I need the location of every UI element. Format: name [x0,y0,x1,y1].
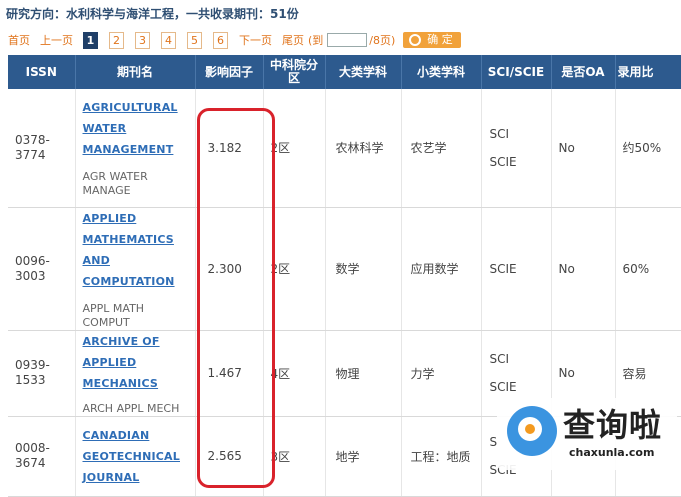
journal-name-cell: APPLIED MATHEMATICS AND COMPUTATION APPL… [75,207,196,331]
confirm-button[interactable]: 确 定 [403,32,461,48]
journal-name-cell: AGRICULTURAL WATER MANAGEMENT AGR WATER … [75,89,196,208]
page-title: 研究方向：水利科学与海洋工程，一共收录期刊：51份 [6,7,299,21]
col-header-impact-factor: 影响因子 [195,55,264,89]
major-subject-cell: 数学 [325,207,402,331]
confirm-label: 确 定 [427,33,453,46]
impact-factor-cell: 3.182 [195,89,264,208]
table-row: 0096-3003 APPLIED MATHEMATICS AND COMPUT… [8,207,681,331]
issn-cell: 0939-1533 [8,330,76,417]
journal-abbreviation: APPL MATH COMPUT [82,301,145,329]
sci-cell: SCIE [481,207,552,331]
impact-factor-cell: 2.565 [195,416,264,497]
watermark: 查询啦 chaxunla.com [497,398,677,470]
journal-name-cell: ARCHIVE OF APPLIED MECHANICS ARCH APPL M… [75,330,196,417]
journal-name-link[interactable]: ARCHIVE OF APPLIED MECHANICS [83,331,195,394]
minor-subject-cell: 农艺学 [401,89,482,208]
watermark-url: chaxunla.com [569,446,655,459]
journal-name-cell: CANADIAN GEOTECHNICAL JOURNAL [75,416,196,497]
acceptance-cell: 60% [615,207,681,331]
journal-name-link[interactable]: AGRICULTURAL WATER MANAGEMENT [83,97,195,160]
journal-abbreviation: AGR WATER MANAGE [82,170,148,198]
issn-cell: 0096-3003 [8,207,76,331]
next-page-link[interactable]: 下一页 [239,32,272,48]
col-header-major-subject: 大类学科 [325,55,402,89]
oa-cell: No [551,207,616,331]
impact-factor-cell: 1.467 [195,330,264,417]
minor-subject-cell: 力学 [401,330,482,417]
major-subject-cell: 物理 [325,330,402,417]
oa-cell: No [551,89,616,208]
table-header-row: ISSN 期刊名 影响因子 中科院分区 大类学科 小类学科 SCI/SCIE 是… [8,55,681,89]
col-header-acceptance: 录用比 [615,55,681,89]
page-number-6[interactable]: 6 [213,31,228,49]
prev-page-link[interactable]: 上一页 [40,32,73,48]
journal-abbreviation: ARCH APPL MECH [82,401,180,415]
page-number-4[interactable]: 4 [161,31,176,49]
goto-suffix: /8页) [369,34,396,47]
issn-cell: 0378-3774 [8,89,76,208]
first-page-link[interactable]: 首页 [8,32,30,48]
confirm-circle-icon [409,34,422,46]
chaxunla-logo-icon [507,406,557,456]
zone-cell: 2区 [263,207,326,331]
page-number-1[interactable]: 1 [83,31,98,49]
journal-name-link[interactable]: APPLIED MATHEMATICS AND COMPUTATION [83,208,195,292]
page-number-2[interactable]: 2 [109,31,124,49]
last-page-link[interactable]: 尾页 [282,32,304,48]
goto-prefix: (到 [308,34,324,47]
watermark-brand: 查询啦 [563,406,663,444]
col-header-minor-subject: 小类学科 [401,55,482,89]
impact-factor-cell: 2.300 [195,207,264,331]
minor-subject-cell: 应用数学 [401,207,482,331]
page-number-5[interactable]: 5 [187,31,202,49]
col-header-sci: SCI/SCIE [481,55,552,89]
major-subject-cell: 农林科学 [325,89,402,208]
col-header-oa: 是否OA [551,55,616,89]
major-subject-cell: 地学 [325,416,402,497]
journal-name-link[interactable]: CANADIAN GEOTECHNICAL JOURNAL [83,425,195,488]
acceptance-cell: 约50% [615,89,681,208]
pagination: 首页 上一页 1 2 3 4 5 6 下一页 尾页 (到 /8页) 确 定 [8,31,461,49]
zone-cell: 4区 [263,330,326,417]
col-header-issn: ISSN [8,55,76,89]
zone-cell: 3区 [263,416,326,497]
sci-cell: SCI SCIE [481,89,552,208]
zone-cell: 2区 [263,89,326,208]
col-header-cas-zone: 中科院分区 [263,55,326,89]
col-header-journal-name: 期刊名 [75,55,196,89]
table-row: 0378-3774 AGRICULTURAL WATER MANAGEMENT … [8,89,681,208]
minor-subject-cell: 工程：地质 [401,416,482,497]
goto-page-input[interactable] [327,33,368,47]
page-number-3[interactable]: 3 [135,31,150,49]
issn-cell: 0008-3674 [8,416,76,497]
